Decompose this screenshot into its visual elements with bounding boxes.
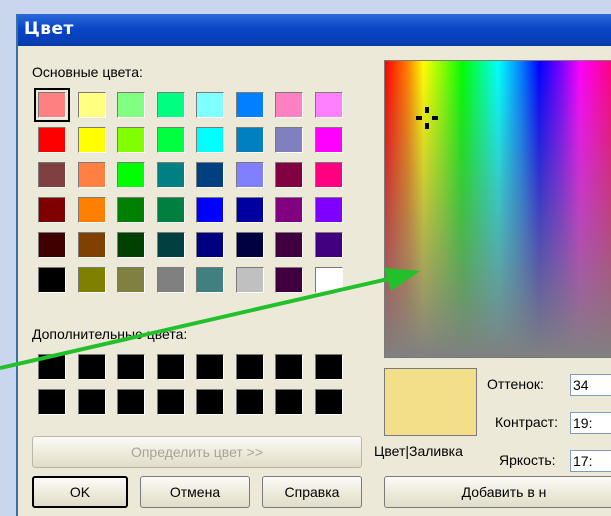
basic-color-swatch[interactable] — [275, 92, 303, 118]
basic-color-swatch[interactable] — [235, 197, 264, 223]
custom-color-swatch[interactable] — [235, 354, 264, 380]
basic-color-swatch[interactable] — [235, 162, 264, 188]
basic-color-swatch[interactable] — [314, 232, 343, 258]
basic-color-swatch[interactable] — [156, 197, 185, 223]
basic-color-swatch[interactable] — [314, 92, 343, 118]
saturation-label: Контраст: — [495, 414, 558, 430]
basic-color-swatch[interactable] — [275, 127, 303, 153]
hue-label: Оттенок: — [487, 376, 544, 392]
cancel-button[interactable]: Отмена — [140, 476, 250, 508]
custom-color-swatch[interactable] — [275, 354, 303, 380]
basic-color-swatch[interactable] — [196, 92, 224, 118]
basic-colors-label: Основные цвета: — [32, 64, 143, 80]
basic-color-swatch[interactable] — [275, 162, 303, 188]
basic-color-swatch[interactable] — [275, 197, 303, 223]
basic-color-swatch[interactable] — [117, 197, 145, 223]
basic-color-swatch[interactable] — [117, 127, 145, 153]
basic-color-swatch[interactable] — [156, 267, 185, 293]
basic-color-swatch[interactable] — [38, 197, 66, 223]
custom-color-swatch[interactable] — [38, 389, 66, 415]
basic-color-swatch[interactable] — [38, 232, 66, 258]
add-to-custom-colors-button[interactable]: Добавить в н — [384, 476, 611, 508]
custom-color-swatch[interactable] — [314, 389, 343, 415]
custom-color-swatch[interactable] — [275, 389, 303, 415]
define-custom-colors-button[interactable]: Определить цвет >> — [32, 436, 362, 468]
basic-color-swatch[interactable] — [38, 162, 66, 188]
basic-color-swatch[interactable] — [314, 267, 343, 293]
basic-color-swatch[interactable] — [314, 197, 343, 223]
basic-color-swatch[interactable] — [156, 92, 185, 118]
basic-color-swatch[interactable] — [156, 232, 185, 258]
basic-color-swatch[interactable] — [235, 232, 264, 258]
custom-color-swatch[interactable] — [196, 354, 224, 380]
basic-color-swatch[interactable] — [77, 267, 106, 293]
basic-color-swatch[interactable] — [77, 197, 106, 223]
custom-color-swatch[interactable] — [77, 389, 106, 415]
basic-color-swatch[interactable] — [77, 232, 106, 258]
basic-color-swatch[interactable] — [117, 92, 145, 118]
basic-color-swatch[interactable] — [196, 127, 224, 153]
basic-color-swatch[interactable] — [38, 267, 66, 293]
custom-color-swatch[interactable] — [38, 354, 66, 380]
basic-color-swatch[interactable] — [275, 232, 303, 258]
basic-color-swatch[interactable] — [156, 162, 185, 188]
basic-color-swatch[interactable] — [196, 232, 224, 258]
title-bar[interactable]: Цвет — [18, 14, 611, 46]
basic-color-swatch[interactable] — [275, 267, 303, 293]
basic-color-swatch[interactable] — [77, 127, 106, 153]
basic-color-swatch[interactable] — [196, 267, 224, 293]
color-dialog: Цвет Основные цвета: Дополнительные цвет… — [16, 14, 611, 516]
help-button[interactable]: Справка — [262, 476, 362, 508]
basic-color-swatch[interactable] — [196, 162, 224, 188]
window-title: Цвет — [24, 19, 74, 39]
luminance-input[interactable]: 17: — [570, 450, 611, 472]
ok-button[interactable]: OK — [32, 476, 128, 508]
basic-color-swatch[interactable] — [235, 267, 264, 293]
preview-label: Цвет|Заливка — [374, 443, 463, 459]
basic-color-swatch[interactable] — [77, 92, 106, 118]
luminance-label: Яркость: — [499, 452, 556, 468]
basic-color-swatch[interactable] — [34, 88, 70, 122]
hue-input[interactable]: 34 — [570, 374, 611, 396]
basic-color-swatch[interactable] — [314, 127, 343, 153]
basic-color-swatch[interactable] — [314, 162, 343, 188]
custom-color-swatch[interactable] — [235, 389, 264, 415]
custom-colors-label: Дополнительные цвета: — [32, 326, 188, 342]
color-preview — [384, 368, 477, 436]
basic-color-swatch[interactable] — [196, 197, 224, 223]
crosshair-icon[interactable] — [416, 107, 438, 129]
basic-color-swatch[interactable] — [156, 127, 185, 153]
saturation-input[interactable]: 19: — [570, 412, 611, 434]
color-spectrum[interactable] — [384, 60, 611, 358]
basic-color-swatch[interactable] — [117, 267, 145, 293]
basic-color-swatch[interactable] — [77, 162, 106, 188]
custom-color-swatch[interactable] — [156, 354, 185, 380]
custom-color-swatch[interactable] — [314, 354, 343, 380]
basic-color-swatch[interactable] — [235, 127, 264, 153]
custom-color-swatch[interactable] — [117, 354, 145, 380]
page-background: Цвет Основные цвета: Дополнительные цвет… — [0, 0, 611, 516]
basic-color-swatch[interactable] — [117, 232, 145, 258]
basic-color-swatch[interactable] — [117, 162, 145, 188]
custom-color-swatch[interactable] — [156, 389, 185, 415]
custom-color-swatch[interactable] — [196, 389, 224, 415]
custom-color-swatch[interactable] — [77, 354, 106, 380]
basic-color-swatch[interactable] — [235, 92, 264, 118]
basic-color-swatch[interactable] — [38, 127, 66, 153]
custom-color-swatch[interactable] — [117, 389, 145, 415]
